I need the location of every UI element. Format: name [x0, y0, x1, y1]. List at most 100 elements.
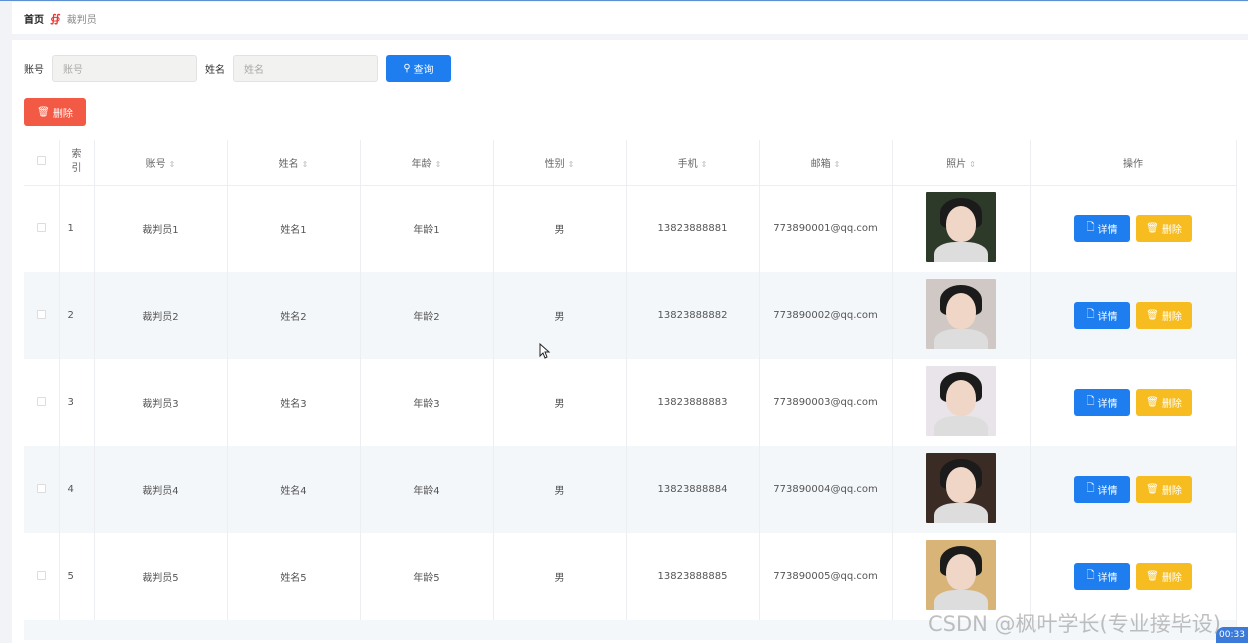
- cell-gender: 男: [493, 272, 627, 359]
- select-all-checkbox[interactable]: [36, 156, 46, 166]
- header-phone[interactable]: 手机 ⇕: [626, 140, 760, 186]
- photo-face: [946, 206, 976, 243]
- account-input[interactable]: 账号: [52, 55, 197, 82]
- table-row: 5 裁判员5 姓名5 年龄5 男 13823888885 773890005@q…: [24, 533, 1237, 620]
- row-checkbox[interactable]: [36, 222, 46, 232]
- main-panel: 账号 账号 姓名 姓名 ⚲ 查询 🗑 删除 索引 账号 ⇕ 姓名 ⇕ 年龄 ⇕ 性别 ⇕…: [12, 40, 1248, 643]
- search-icon: ⚲: [403, 63, 411, 74]
- photo-body: [934, 590, 988, 610]
- cell-gender: 男: [493, 533, 627, 620]
- row-select-cell: [24, 533, 60, 620]
- header-gender-label: 性别: [544, 158, 565, 170]
- watermark: CSDN @枫叶学长(专业接毕设): [928, 612, 1221, 636]
- header-name-label: 姓名: [278, 158, 299, 170]
- detail-button[interactable]: 🗋 详情: [1074, 476, 1130, 503]
- name-label: 姓名: [205, 65, 225, 76]
- cell-phone: 13823888885: [626, 533, 760, 620]
- photo-thumbnail[interactable]: [926, 192, 996, 263]
- header-name[interactable]: 姓名 ⇕: [227, 140, 361, 186]
- query-button-label: 查询: [413, 65, 434, 76]
- breadcrumb: 首页 ∯ 裁判员: [12, 2, 1248, 34]
- document-icon: 🗋: [1086, 483, 1095, 494]
- header-age[interactable]: 年龄 ⇕: [360, 140, 494, 186]
- cell-photo: [892, 533, 1031, 620]
- detail-button[interactable]: 🗋 详情: [1074, 302, 1130, 329]
- document-icon: 🗋: [1086, 570, 1095, 581]
- trash-icon: 🗑: [1146, 310, 1159, 321]
- batch-delete-label: 删除: [52, 108, 73, 120]
- detail-button-label: 详情: [1097, 225, 1118, 237]
- photo-thumbnail[interactable]: [926, 366, 996, 436]
- header-email[interactable]: 邮箱 ⇕: [759, 140, 893, 186]
- photo-thumbnail[interactable]: [926, 279, 996, 349]
- sort-icon[interactable]: ⇕: [834, 160, 841, 169]
- cell-age: 年龄1: [360, 185, 494, 272]
- delete-button[interactable]: 🗑 删除: [1136, 302, 1192, 329]
- sort-icon[interactable]: ⇕: [302, 160, 309, 169]
- photo-body: [934, 503, 988, 523]
- header-gender[interactable]: 性别 ⇕: [493, 140, 627, 186]
- delete-button-label: 删除: [1161, 225, 1182, 237]
- cell-email: 773890004@qq.com: [759, 446, 893, 533]
- cell-gender: 男: [493, 185, 627, 272]
- header-account[interactable]: 账号 ⇕: [94, 140, 228, 186]
- table-header: 索引 账号 ⇕ 姓名 ⇕ 年龄 ⇕ 性别 ⇕ 手机 ⇕ 邮箱 ⇕ 照片 ⇕ 操作: [24, 140, 1237, 186]
- cell-ops: 🗋 详情 🗑 删除: [1030, 359, 1237, 446]
- header-index-label: 索引: [71, 149, 82, 175]
- cell-gender: 男: [493, 446, 627, 533]
- table-body: 1 裁判员1 姓名1 年龄1 男 13823888881 773890001@q…: [24, 185, 1237, 640]
- name-input[interactable]: 姓名: [233, 55, 378, 82]
- detail-button[interactable]: 🗋 详情: [1074, 563, 1130, 590]
- row-checkbox[interactable]: [36, 570, 46, 580]
- header-account-label: 账号: [145, 158, 166, 170]
- row-checkbox[interactable]: [36, 309, 46, 319]
- cell-email: 773890001@qq.com: [759, 185, 893, 272]
- row-checkbox[interactable]: [36, 396, 46, 406]
- detail-button[interactable]: 🗋 详情: [1074, 389, 1130, 416]
- document-icon: 🗋: [1086, 309, 1095, 320]
- cell-name: 姓名3: [227, 359, 361, 446]
- batch-delete-button[interactable]: 🗑 删除: [24, 98, 86, 126]
- delete-button[interactable]: 🗑 删除: [1136, 389, 1192, 416]
- header-photo[interactable]: 照片 ⇕: [892, 140, 1031, 186]
- detail-button[interactable]: 🗋 详情: [1074, 215, 1130, 243]
- photo-face: [946, 380, 976, 416]
- row-actions: 🗋 详情 🗑 删除: [1031, 476, 1236, 503]
- table-row: 4 裁判员4 姓名4 年龄4 男 13823888884 773890004@q…: [24, 446, 1237, 533]
- sort-icon[interactable]: ⇕: [435, 160, 442, 169]
- photo-thumbnail[interactable]: [926, 540, 996, 610]
- sort-icon[interactable]: ⇕: [568, 160, 575, 169]
- document-icon: 🗋: [1086, 396, 1095, 407]
- cell-ops: 🗋 详情 🗑 删除: [1030, 272, 1237, 359]
- sort-icon[interactable]: ⇕: [969, 160, 976, 169]
- cell-ops: 🗋 详情 🗑 删除: [1030, 533, 1237, 620]
- cell-email: 773890003@qq.com: [759, 359, 893, 446]
- query-button[interactable]: ⚲ 查询: [386, 55, 451, 82]
- delete-button[interactable]: 🗑 删除: [1136, 215, 1192, 243]
- top-border: [0, 0, 1248, 1]
- cell-account: 裁判员1: [94, 185, 228, 272]
- photo-body: [934, 416, 988, 436]
- photo-face: [946, 467, 976, 503]
- sort-icon[interactable]: ⇕: [169, 160, 176, 169]
- row-select-cell: [24, 359, 60, 446]
- cell-photo: [892, 185, 1031, 272]
- delete-button[interactable]: 🗑 删除: [1136, 563, 1192, 590]
- delete-button[interactable]: 🗑 删除: [1136, 476, 1192, 503]
- sort-icon[interactable]: ⇕: [701, 160, 708, 169]
- row-checkbox[interactable]: [36, 483, 46, 493]
- document-icon: 🗋: [1086, 222, 1095, 234]
- cell-name: 姓名5: [227, 533, 361, 620]
- select-all-header: [24, 140, 60, 186]
- photo-face: [946, 554, 976, 590]
- detail-button-label: 详情: [1097, 486, 1118, 497]
- cell-index: 2: [59, 272, 95, 359]
- table-row: 1 裁判员1 姓名1 年龄1 男 13823888881 773890001@q…: [24, 185, 1237, 272]
- detail-button-label: 详情: [1097, 399, 1118, 410]
- cell-index: 3: [59, 359, 95, 446]
- delete-button-label: 删除: [1161, 399, 1182, 410]
- breadcrumb-home[interactable]: 首页: [24, 11, 44, 26]
- photo-thumbnail[interactable]: [926, 453, 996, 523]
- trash-icon: 🗑: [1146, 397, 1159, 408]
- detail-button-label: 详情: [1097, 573, 1118, 584]
